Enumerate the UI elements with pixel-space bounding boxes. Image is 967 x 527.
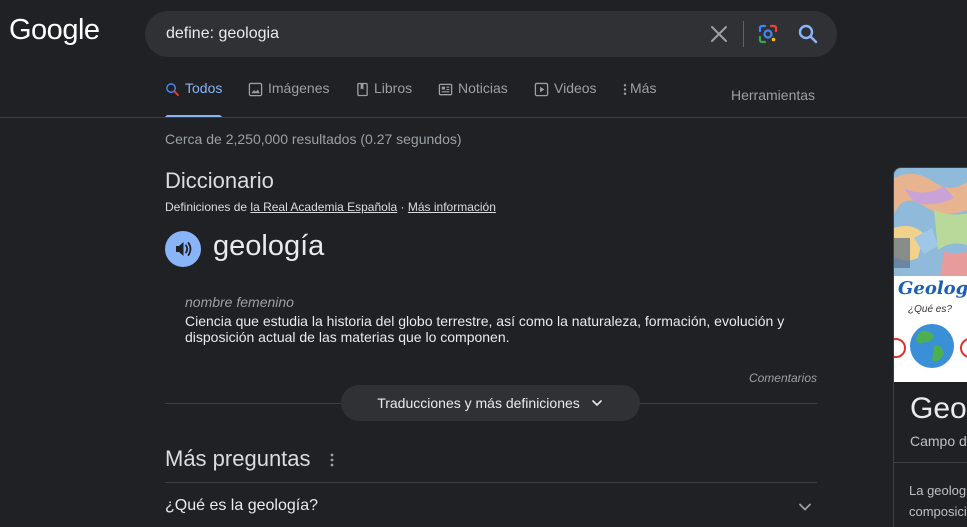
- dictionary-title: Diccionario: [165, 168, 274, 193]
- pronunciation-button[interactable]: [165, 231, 201, 267]
- play-icon: [534, 82, 549, 97]
- news-icon: [438, 83, 453, 96]
- result-stats: Cerca de 2,250,000 resultados (0.27 segu…: [165, 131, 462, 147]
- image-icon: [248, 82, 263, 97]
- geology-thumbnail[interactable]: Geología ¿Qué es?: [894, 276, 967, 382]
- tab-mas[interactable]: Más: [622, 80, 656, 118]
- book-icon: [357, 82, 368, 97]
- speaker-icon: [176, 242, 192, 256]
- tab-libros[interactable]: Libros: [356, 80, 412, 118]
- chevron-down-icon[interactable]: [795, 497, 815, 517]
- tab-label: Más: [630, 80, 657, 96]
- feedback-link[interactable]: Comentarios: [749, 371, 817, 385]
- panel-divider: [894, 462, 967, 463]
- tab-noticias[interactable]: Noticias: [438, 80, 508, 118]
- tab-videos[interactable]: Videos: [534, 80, 597, 118]
- entity-description: La geología estudia la composición: [909, 483, 967, 519]
- dictionary-source: Definiciones de la Real Academia Español…: [165, 200, 496, 214]
- search-icon[interactable]: [796, 22, 820, 46]
- more-vert-icon: [623, 84, 627, 95]
- tab-label: Imágenes: [268, 80, 330, 96]
- globe-icon: [894, 324, 967, 368]
- question-item[interactable]: ¿Qué es la geología?: [165, 497, 318, 515]
- more-definitions-label: Traducciones y más definiciones: [377, 395, 580, 411]
- more-definitions-button[interactable]: Traducciones y más definiciones: [341, 385, 640, 421]
- google-lens-icon[interactable]: [757, 23, 779, 45]
- definition-text: Ciencia que estudia la historia del glob…: [185, 313, 785, 345]
- source-separator: ·: [400, 200, 405, 214]
- related-questions-title: Más preguntas: [165, 446, 311, 471]
- rae-link[interactable]: la Real Academia Española: [250, 200, 397, 214]
- header-divider: [0, 117, 967, 118]
- tab-label: Todos: [185, 80, 223, 96]
- more-vert-icon[interactable]: [325, 452, 339, 468]
- knowledge-panel: Geología ¿Qué es? Geología Campo de estu…: [893, 167, 967, 527]
- search-results-page: Google define: geologia Todos Imágenes L…: [0, 0, 967, 527]
- tab-label: Videos: [554, 80, 597, 96]
- more-info-link[interactable]: Más información: [408, 200, 496, 214]
- thumbnail-subcaption: ¿Qué es?: [908, 304, 952, 315]
- tools-button[interactable]: Herramientas: [731, 87, 815, 103]
- chevron-down-icon: [591, 400, 602, 407]
- thumbnail-caption: Geología: [898, 278, 967, 299]
- tab-label: Libros: [374, 80, 413, 96]
- google-logo[interactable]: Google: [9, 14, 100, 47]
- tab-imagenes[interactable]: Imágenes: [248, 80, 329, 118]
- tab-todos[interactable]: Todos: [165, 80, 223, 118]
- search-bar[interactable]: define: geologia: [145, 11, 837, 57]
- clear-icon[interactable]: [707, 22, 731, 46]
- entity-subtitle: Campo de estudio: [910, 433, 967, 449]
- source-prefix: Definiciones de: [165, 200, 248, 214]
- question-divider: [165, 482, 817, 483]
- searchbar-divider: [743, 21, 744, 47]
- geology-map-image[interactable]: [894, 168, 967, 276]
- search-input[interactable]: define: geologia: [166, 25, 279, 43]
- dictionary-word: geología: [213, 230, 325, 262]
- search-icon: [166, 83, 179, 96]
- part-of-speech: nombre femenino: [185, 294, 294, 310]
- entity-name: Geología: [910, 392, 967, 425]
- tab-label: Noticias: [458, 80, 508, 96]
